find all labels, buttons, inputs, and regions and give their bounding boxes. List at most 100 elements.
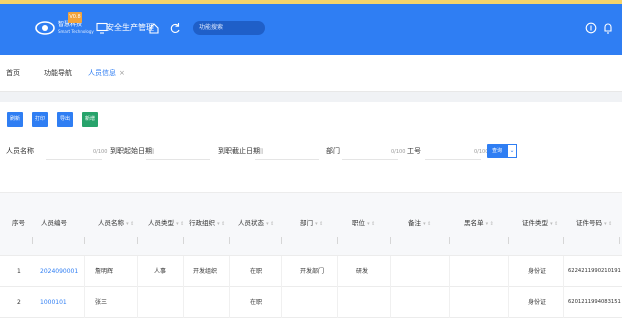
cell-divider bbox=[563, 256, 564, 287]
add-button[interactable]: 新增 bbox=[82, 112, 98, 127]
sort-filter-icon[interactable]: ▾ ⇕ bbox=[315, 221, 323, 227]
column-header-status[interactable]: 人员状态 ▾ ⇕ bbox=[238, 219, 274, 229]
column-resizer[interactable] bbox=[449, 237, 450, 244]
column-header-person-id[interactable]: 人员编号 bbox=[41, 219, 67, 228]
column-resizer[interactable] bbox=[619, 237, 620, 244]
cell-person-name: 张三 bbox=[95, 299, 108, 306]
cell-divider bbox=[84, 287, 85, 318]
column-header-person-name[interactable]: 人员名称 ▾ ⇕ bbox=[98, 219, 134, 229]
cell-id-type: 身份证 bbox=[528, 268, 547, 275]
sort-filter-icon[interactable]: ▾ ⇕ bbox=[217, 221, 225, 227]
cell-divider bbox=[563, 287, 564, 318]
column-header-label: 黑名单 bbox=[464, 219, 484, 227]
cell-divider bbox=[508, 256, 509, 287]
filter-dept-input[interactable] bbox=[342, 144, 398, 160]
filter-join-start-date[interactable] bbox=[146, 144, 210, 160]
sort-filter-icon[interactable]: ▾ ⇕ bbox=[423, 221, 431, 227]
cell-org: 开发组织 bbox=[193, 268, 218, 275]
column-resizer[interactable] bbox=[32, 237, 33, 244]
table-row[interactable]: 1 2024090001 詹明辉 人事 开发组织 在职 开发部门 研发 身份证 … bbox=[0, 256, 622, 287]
breadcrumb-item-home[interactable]: 首页 bbox=[6, 69, 20, 78]
query-button[interactable]: 查询 bbox=[487, 144, 507, 158]
column-header-id-type[interactable]: 证件类型 ▾ ⇕ bbox=[522, 219, 558, 229]
breadcrumb-item-personnel-info[interactable]: 人员信息 bbox=[88, 69, 116, 78]
cell-status: 在职 bbox=[250, 299, 263, 306]
cell-person-id-link[interactable]: 1000101 bbox=[40, 298, 67, 307]
cell-divider bbox=[84, 256, 85, 287]
column-header-person-type[interactable]: 人员类型 ▾ ⇕ bbox=[148, 219, 184, 229]
sort-filter-icon[interactable]: ▾ ⇕ bbox=[266, 221, 274, 227]
cell-id-type: 身份证 bbox=[528, 299, 547, 306]
filter-join-end-date[interactable] bbox=[255, 144, 319, 160]
cell-divider bbox=[137, 287, 138, 318]
cell-divider bbox=[390, 256, 391, 287]
brand-logo-icon bbox=[35, 21, 55, 35]
top-accent-strip bbox=[0, 0, 622, 4]
sort-filter-icon[interactable]: ▾ ⇕ bbox=[126, 221, 134, 227]
column-resizer[interactable] bbox=[281, 237, 282, 244]
column-header-label: 人员名称 bbox=[98, 219, 124, 227]
cell-person-id-link[interactable]: 2024090001 bbox=[40, 267, 78, 276]
function-search-input[interactable]: 功能搜索 bbox=[193, 21, 265, 35]
sort-filter-icon[interactable]: ▾ ⇕ bbox=[604, 221, 612, 227]
column-resizer[interactable] bbox=[137, 237, 138, 244]
export-button[interactable]: 导出 bbox=[57, 112, 73, 127]
bell-icon[interactable] bbox=[601, 21, 615, 35]
query-dropdown-icon[interactable]: ⌄ bbox=[507, 144, 517, 158]
cell-id-number: 6201211994083151 bbox=[568, 299, 621, 305]
cell-divider bbox=[281, 256, 282, 287]
cell-divider bbox=[183, 256, 184, 287]
column-resizer[interactable] bbox=[563, 237, 564, 244]
breadcrumb-close-icon[interactable]: × bbox=[119, 69, 125, 78]
sort-filter-icon[interactable]: ▾ ⇕ bbox=[486, 221, 494, 227]
column-header-org[interactable]: 行政组织 ▾ ⇕ bbox=[189, 219, 225, 229]
column-header-dept[interactable]: 部门 ▾ ⇕ bbox=[300, 219, 323, 229]
column-header-index: 序号 bbox=[12, 219, 25, 227]
column-resizer[interactable] bbox=[390, 237, 391, 244]
column-header-label: 部门 bbox=[300, 219, 313, 227]
column-resizer[interactable] bbox=[508, 237, 509, 244]
version-badge: V0.8 bbox=[68, 12, 82, 23]
calendar-icon: ▤ bbox=[257, 147, 264, 155]
column-resizer[interactable] bbox=[337, 237, 338, 244]
sort-filter-icon[interactable]: ▾ ⇕ bbox=[367, 221, 375, 227]
plus-circle-icon[interactable] bbox=[584, 21, 598, 35]
column-header-blacklist[interactable]: 黑名单 ▾ ⇕ bbox=[464, 219, 494, 229]
column-header-remark[interactable]: 备注 ▾ ⇕ bbox=[408, 219, 431, 229]
column-header-id-number[interactable]: 证件号码 ▾ ⇕ bbox=[576, 219, 612, 229]
column-resizer[interactable] bbox=[183, 237, 184, 244]
cell-index: 1 bbox=[17, 268, 21, 275]
filter-dept-label: 部门 bbox=[326, 147, 340, 155]
main-content: 刷新 打印 导出 新增 人员名称 0/100 到职起始日期 ▤ 到职截止日期 ▤… bbox=[0, 102, 622, 330]
print-button[interactable]: 打印 bbox=[32, 112, 48, 127]
cell-person-name: 詹明辉 bbox=[95, 268, 114, 275]
column-header-label: 备注 bbox=[408, 219, 421, 227]
calendar-icon: ▤ bbox=[148, 147, 155, 155]
column-header-label: 职位 bbox=[352, 219, 365, 227]
home-icon[interactable] bbox=[147, 21, 161, 35]
table-row[interactable]: 2 1000101 张三 在职 身份证 6201211994083151 bbox=[0, 287, 622, 318]
filter-worknum-input[interactable] bbox=[425, 144, 481, 160]
column-resizer[interactable] bbox=[229, 237, 230, 244]
breadcrumb-item-function-nav[interactable]: 功能导航 bbox=[44, 69, 72, 78]
cell-index: 2 bbox=[17, 299, 21, 306]
cell-divider bbox=[229, 256, 230, 287]
column-header-position[interactable]: 职位 ▾ ⇕ bbox=[352, 219, 375, 229]
refresh-icon[interactable] bbox=[168, 21, 182, 35]
cell-person-type: 人事 bbox=[154, 268, 167, 275]
brand-text: 智慧科技 Smart Technology bbox=[58, 21, 94, 35]
cell-position: 研发 bbox=[356, 268, 369, 275]
cell-divider bbox=[449, 256, 450, 287]
breadcrumb: 首页 功能导航 人员信息 × bbox=[0, 55, 622, 92]
filter-worknum-label: 工号 bbox=[407, 147, 421, 155]
cell-divider bbox=[137, 256, 138, 287]
filter-name-label: 人员名称 bbox=[6, 147, 34, 155]
sort-filter-icon[interactable]: ▾ ⇕ bbox=[176, 221, 184, 227]
column-header-label: 行政组织 bbox=[189, 219, 215, 227]
column-resizer[interactable] bbox=[84, 237, 85, 244]
column-header-label: 人员编号 bbox=[41, 219, 67, 227]
sort-filter-icon[interactable]: ▾ ⇕ bbox=[550, 221, 558, 227]
column-header-label: 人员状态 bbox=[238, 219, 264, 227]
cell-divider bbox=[281, 287, 282, 318]
refresh-button[interactable]: 刷新 bbox=[7, 112, 23, 127]
